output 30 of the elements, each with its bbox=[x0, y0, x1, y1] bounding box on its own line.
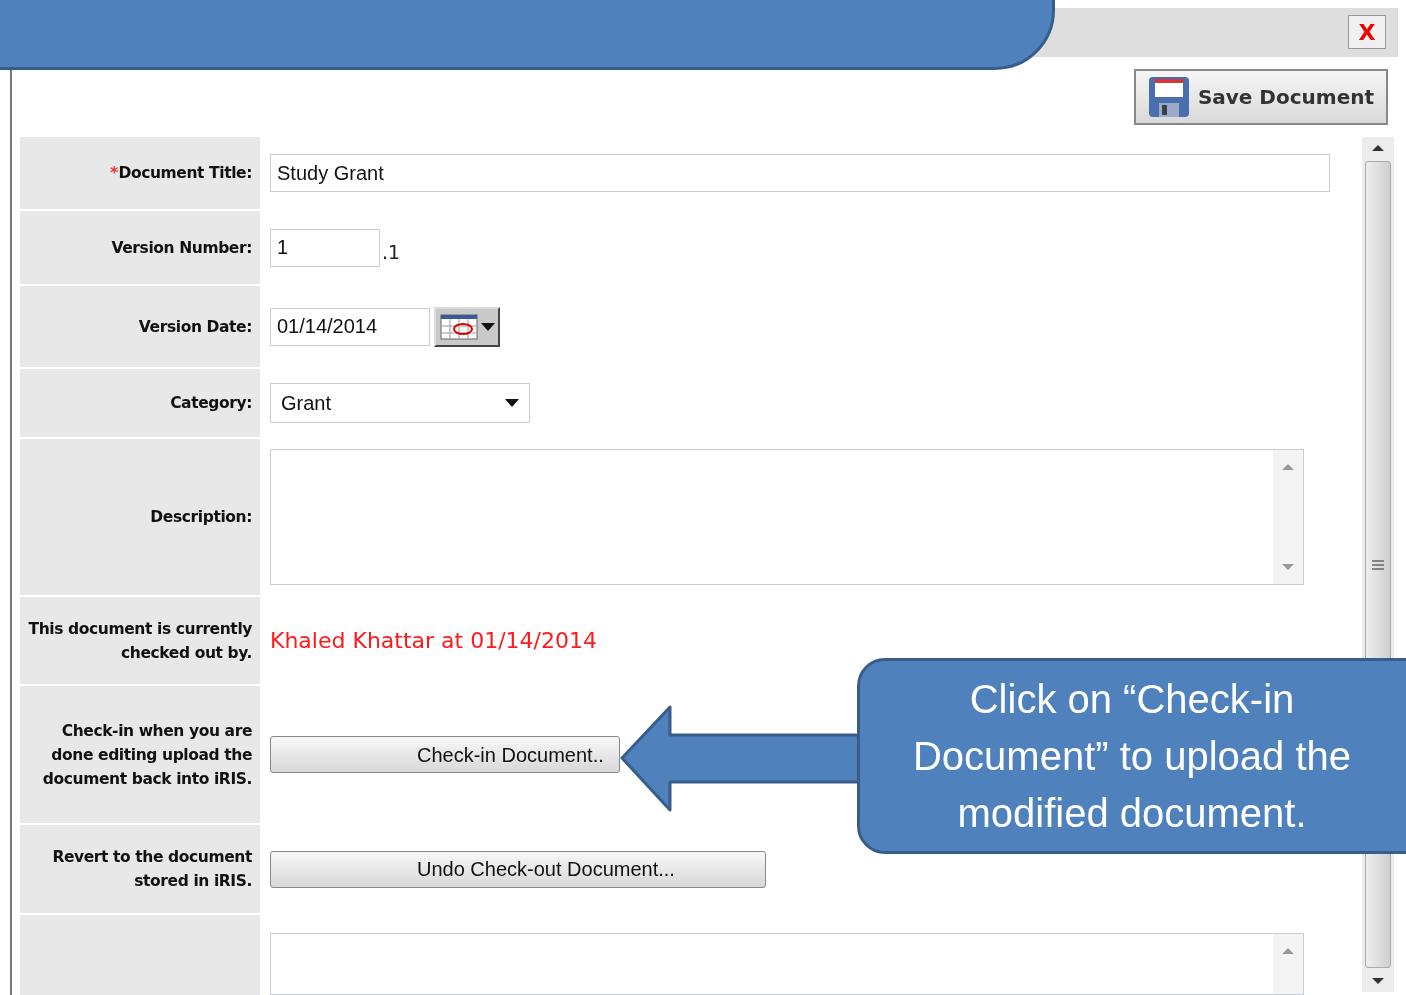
save-button[interactable]: Save Document bbox=[1133, 68, 1388, 125]
scroll-down-icon[interactable] bbox=[1372, 978, 1384, 984]
required-mark: * bbox=[110, 162, 119, 184]
field-label: Category: bbox=[170, 393, 252, 414]
action-button[interactable]: Undo Check-out Document... bbox=[270, 850, 766, 888]
checkout-info: Khaled Khattar at 01/14/2014 bbox=[270, 627, 597, 655]
scroll-up-icon[interactable] bbox=[1372, 145, 1384, 151]
dropdown-arrow-icon bbox=[480, 322, 495, 331]
calendar-button[interactable] bbox=[434, 306, 500, 347]
close-button[interactable]: X bbox=[1348, 15, 1386, 50]
title-field[interactable]: Study Grant bbox=[270, 154, 1330, 192]
version-suffix: .1 bbox=[382, 240, 401, 265]
callout-text: Click on “Check-in Document” to upload the modified document. bbox=[911, 675, 1352, 837]
field-label: Document Title: bbox=[118, 163, 252, 184]
text-area[interactable] bbox=[270, 933, 1304, 995]
action-button[interactable]: Check-in Document.. bbox=[270, 736, 620, 773]
date-field[interactable]: 01/14/2014 bbox=[270, 307, 430, 346]
field-label: Version Date: bbox=[138, 316, 252, 338]
select-value: Grant bbox=[281, 391, 332, 416]
scrollbar[interactable] bbox=[1273, 934, 1303, 994]
dropdown-arrow-icon bbox=[505, 399, 519, 407]
calendar-icon bbox=[439, 313, 478, 340]
grip-icon bbox=[1372, 559, 1384, 570]
category-select[interactable]: Grant bbox=[270, 383, 530, 423]
field-label: Revert to the document stored in iRIS. bbox=[51, 847, 252, 892]
field-label: Version Number: bbox=[111, 237, 252, 259]
field-label: Description: bbox=[150, 507, 252, 528]
version-field[interactable]: 1 bbox=[270, 228, 380, 267]
field-label: This document is currently checked out by. bbox=[27, 618, 252, 664]
field-label: Check-in when you are done editing upload the document back into iRIS. bbox=[41, 720, 252, 790]
